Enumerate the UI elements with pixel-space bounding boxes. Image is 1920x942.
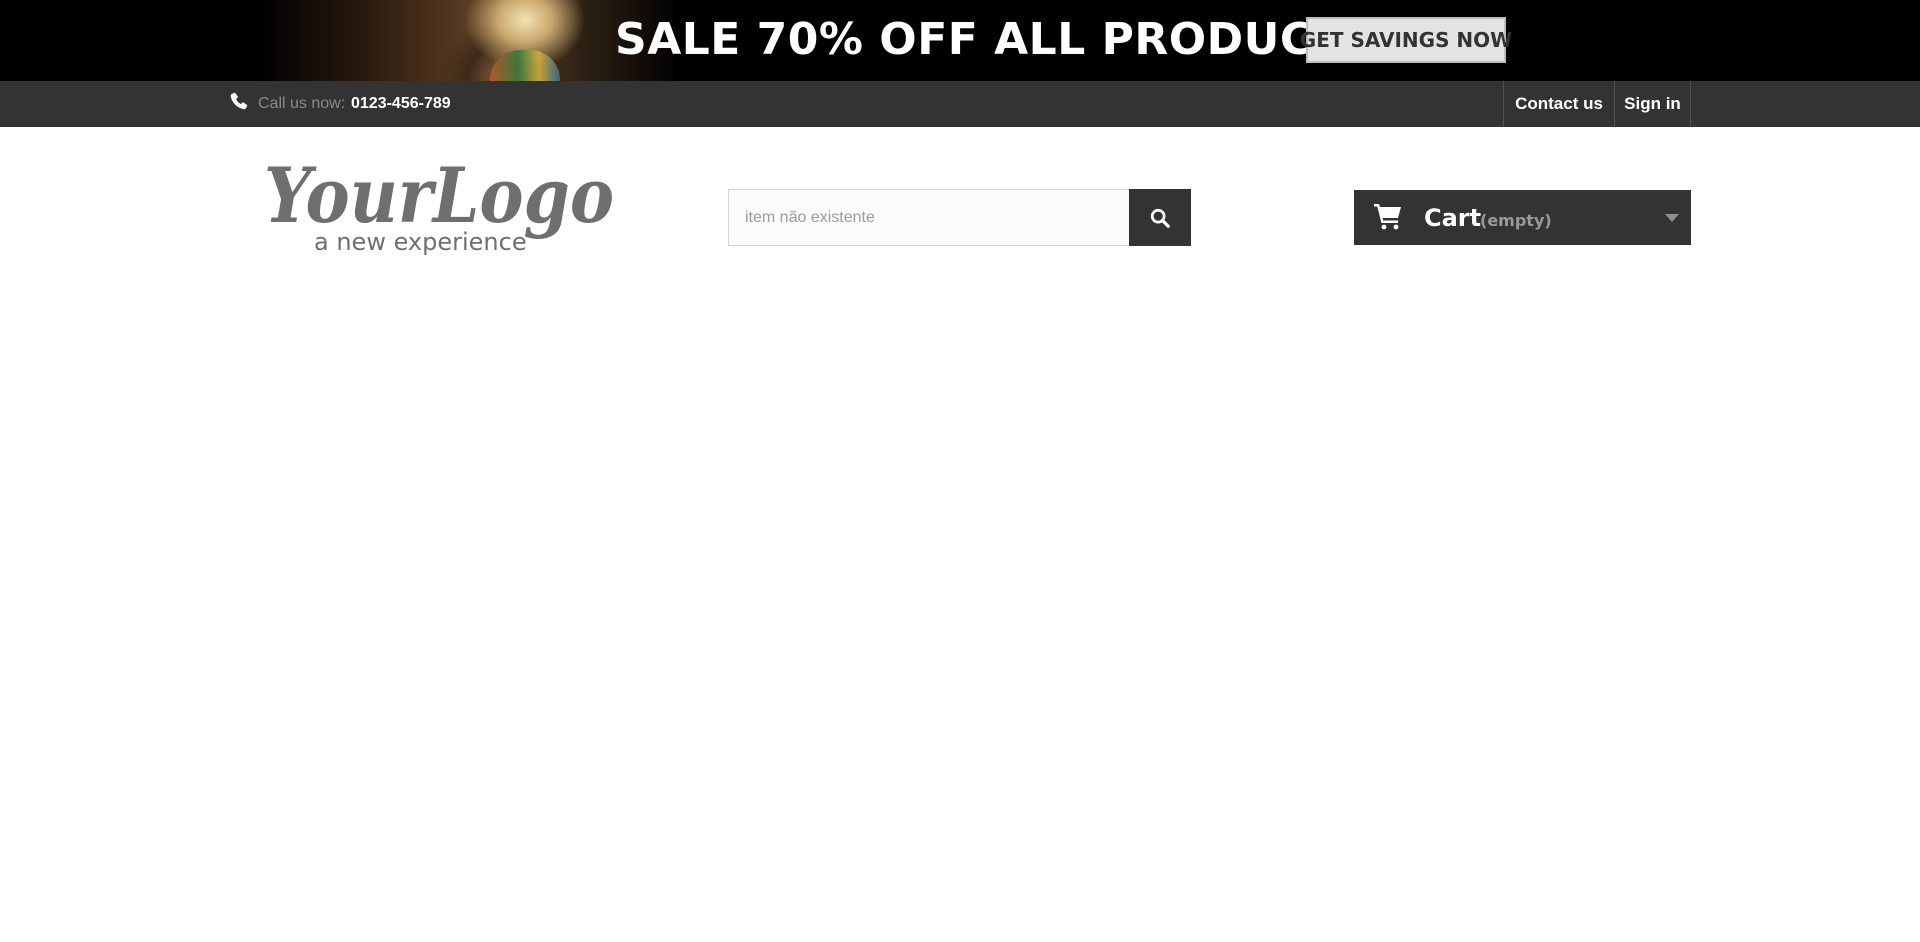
call-us-label: Call us now: [258, 95, 346, 112]
logo-tagline: a new experience [314, 228, 527, 256]
search-button[interactable] [1129, 189, 1191, 246]
contact-us-link[interactable]: Contact us [1503, 81, 1614, 127]
store-logo[interactable]: YourLogo a new experience [258, 152, 618, 262]
sign-in-link[interactable]: Sign in [1614, 81, 1691, 127]
get-savings-button[interactable]: GET SAVINGS NOW [1300, 17, 1512, 63]
cart-button[interactable]: Cart (empty) [1354, 190, 1691, 245]
cart-icon [1374, 204, 1401, 230]
logo-title: YourLogo [264, 152, 614, 240]
top-nav-bar: Call us now: 0123-456-789 Contact us Sig… [0, 81, 1920, 127]
search-icon [1150, 208, 1170, 228]
promo-banner[interactable]: SALE 70% OFF ALL PRODUCTS GET SAVINGS NO… [0, 0, 1920, 81]
promo-title: SALE 70% OFF ALL PRODUCTS [615, 14, 1376, 65]
cart-status: (empty) [1480, 211, 1552, 230]
promo-figure [490, 50, 560, 81]
phone-number: 0123-456-789 [351, 95, 451, 112]
search-input[interactable] [728, 189, 1130, 246]
caret-down-icon [1665, 214, 1679, 222]
phone-icon [230, 92, 248, 110]
cart-label: Cart [1424, 204, 1482, 232]
